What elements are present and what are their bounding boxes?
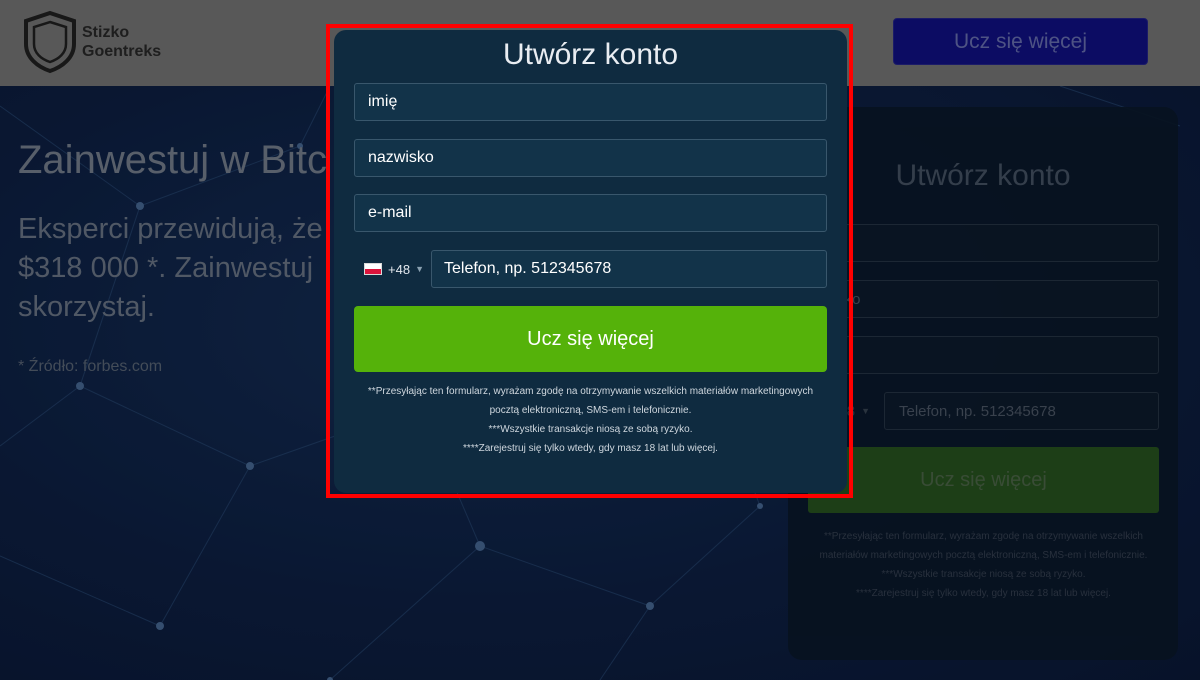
submit-button[interactable]: Ucz się więcej: [354, 306, 827, 372]
chevron-down-icon: ▼: [415, 264, 424, 274]
disclaimer-line-3: ***Wszystkie transakcje niosą ze sobą ry…: [488, 424, 693, 435]
email-input[interactable]: e-mail: [354, 194, 827, 232]
signup-modal: Utwórz konto imię nazwisko e-mail +48 ▼ …: [334, 30, 847, 493]
dial-code: +48: [388, 261, 411, 277]
first-name-input[interactable]: imię: [354, 83, 827, 121]
disclaimer-line-2: pocztą elektroniczną, SMS-em i telefonic…: [489, 405, 692, 416]
modal-title: Utwórz konto: [502, 38, 679, 71]
pl-flag-icon: [364, 263, 382, 275]
disclaimer-line-4: ****Zarejestruj się tylko wtedy, gdy mas…: [463, 443, 718, 454]
modal-disclaimer: **Przesyłając ten formularz, wyrażam zgo…: [354, 382, 827, 458]
disclaimer-line-1: **Przesyłając ten formularz, wyrażam zgo…: [367, 386, 814, 397]
country-code-select[interactable]: +48 ▼: [354, 250, 431, 288]
last-name-input[interactable]: nazwisko: [354, 139, 827, 177]
phone-input[interactable]: Telefon, np. 512345678: [431, 250, 827, 288]
